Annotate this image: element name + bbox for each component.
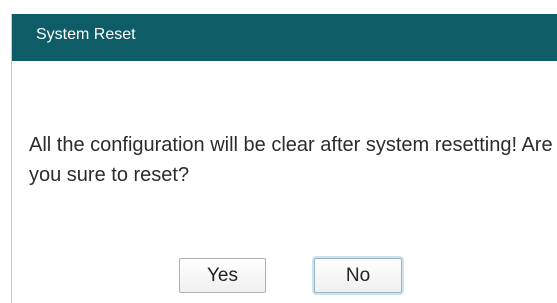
dialog-message: All the configuration will be clear afte…: [29, 134, 553, 186]
yes-button[interactable]: Yes: [179, 258, 266, 293]
system-reset-dialog: System Reset All the configuration will …: [11, 14, 557, 303]
dialog-titlebar[interactable]: System Reset: [12, 14, 557, 61]
dialog-title: System Reset: [36, 26, 136, 43]
no-button[interactable]: No: [314, 258, 402, 293]
